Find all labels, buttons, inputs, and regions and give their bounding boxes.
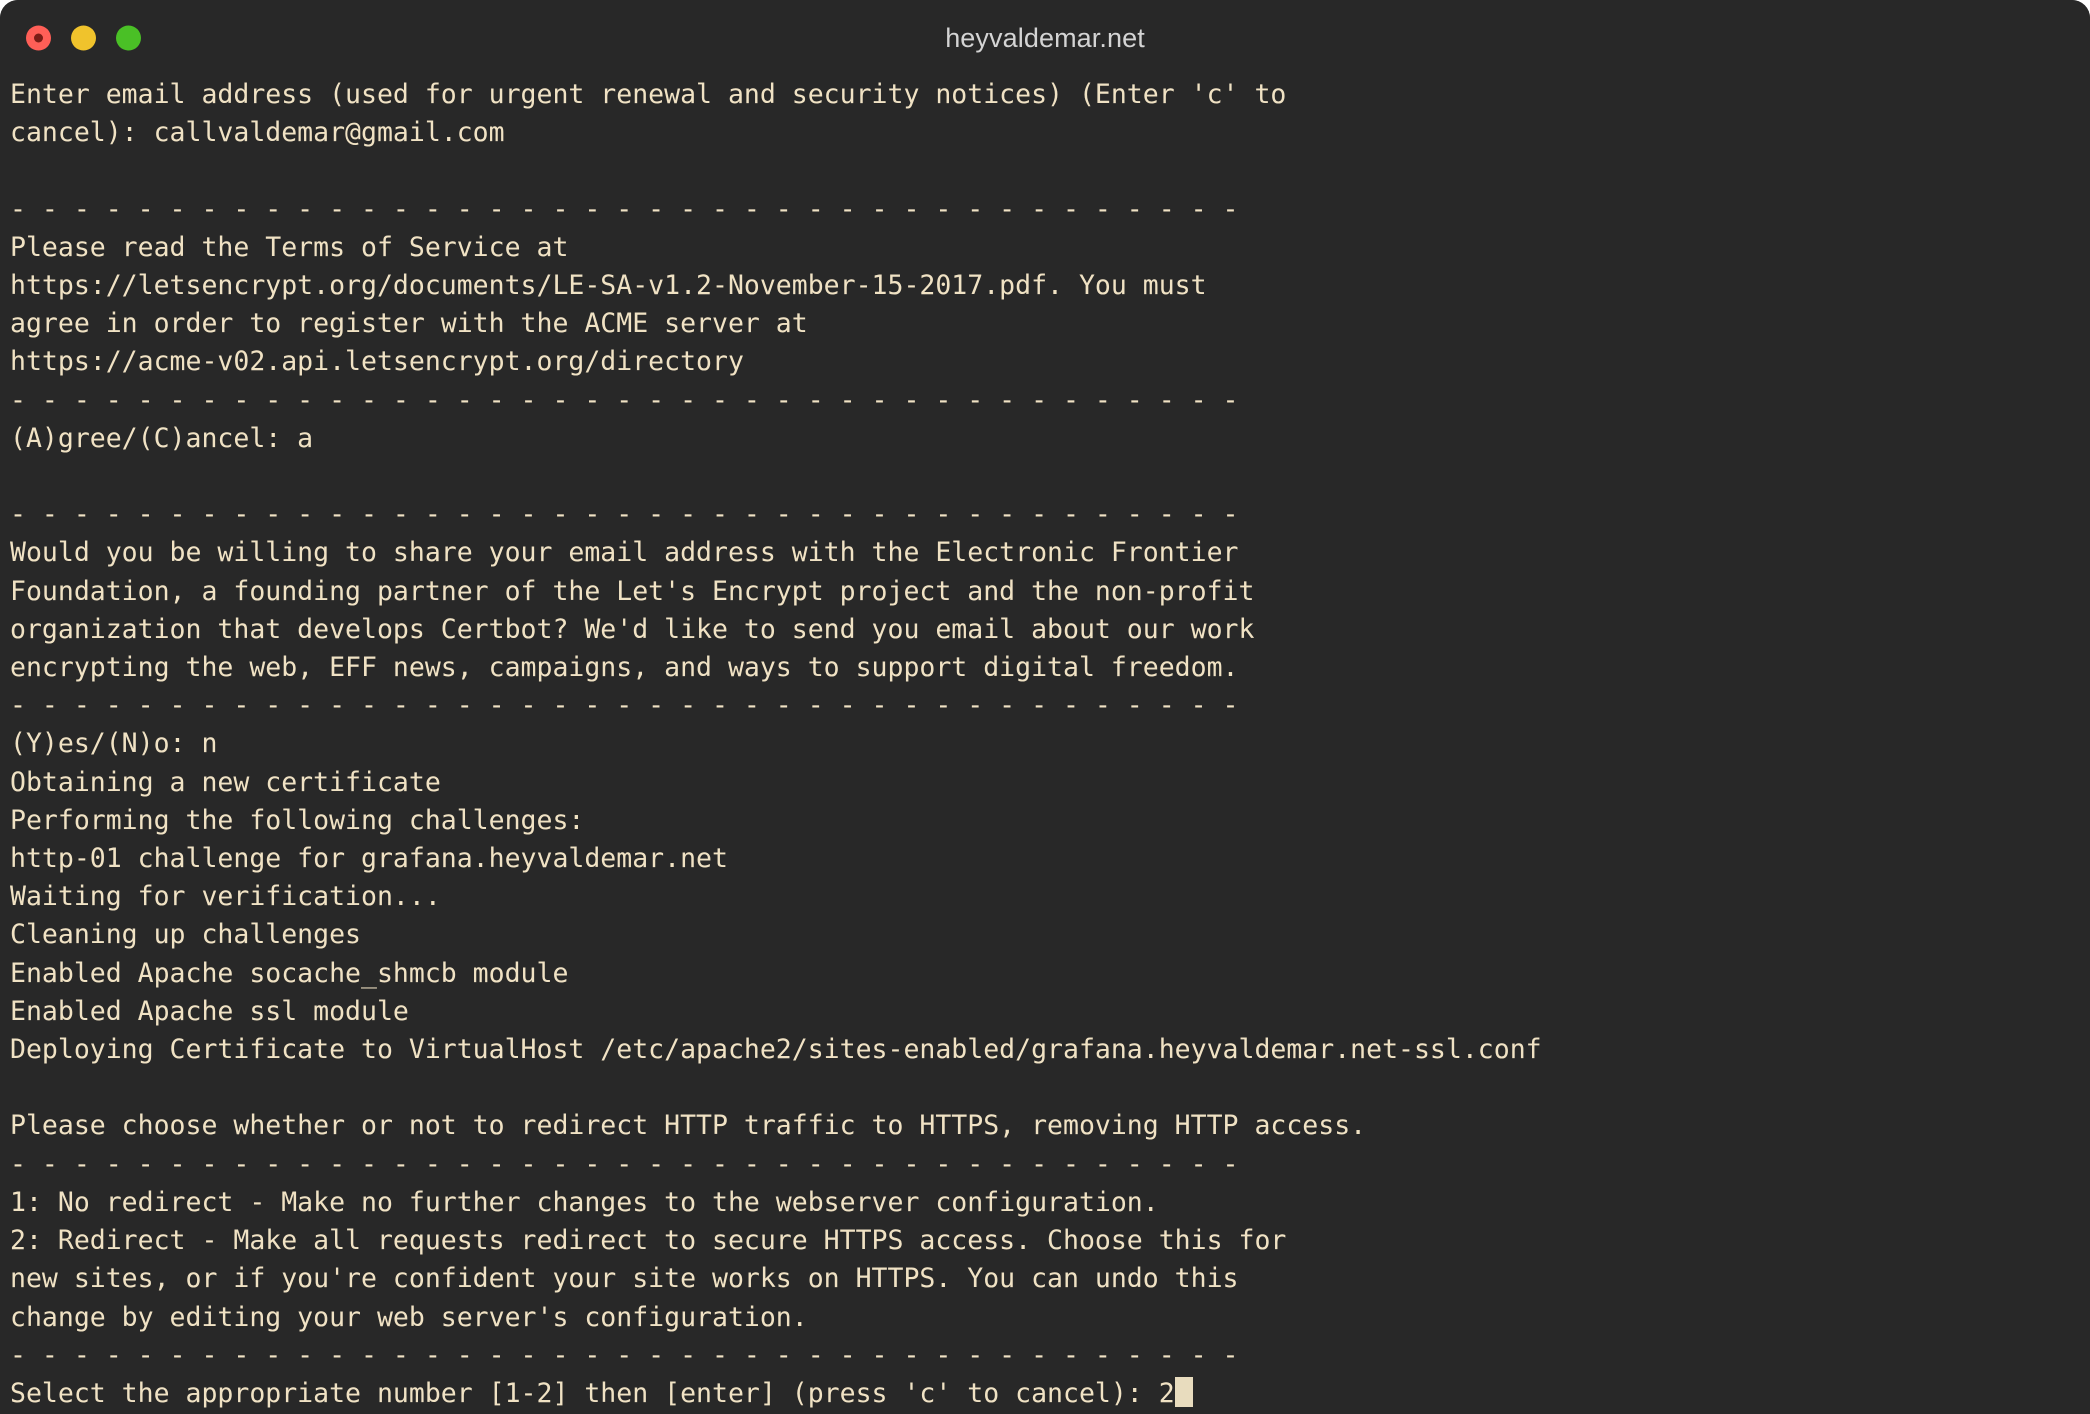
window-titlebar: heyvaldemar.net [0,0,2090,76]
terminal-line: https://letsencrypt.org/documents/LE-SA-… [10,270,1207,302]
terminal-line: Waiting for verification... [10,881,441,913]
terminal-line: 2: Redirect - Make all requests redirect… [10,1225,1287,1257]
terminal-line: organization that develops Certbot? We'd… [10,613,1255,645]
terminal-line: change by editing your web server's conf… [10,1301,808,1333]
terminal-output[interactable]: Enter email address (used for urgent ren… [0,76,2090,1414]
close-button-icon[interactable] [26,25,51,51]
minimize-button-icon[interactable] [71,25,96,51]
terminal-cursor [1174,1376,1193,1407]
terminal-line: https://acme-v02.api.letsencrypt.org/dir… [10,346,744,378]
terminal-line: Enter email address (used for urgent ren… [10,79,1287,110]
terminal-line: http-01 challenge for grafana.heyvaldema… [10,843,728,875]
terminal-line: Would you be willing to share your email… [10,537,1239,569]
terminal-line: - - - - - - - - - - - - - - - - - - - - … [10,1339,1239,1371]
terminal-line: Please choose whether or not to redirect… [10,1110,1367,1142]
window-controls [26,25,141,51]
terminal-line: 1: No redirect - Make no further changes… [10,1186,1159,1218]
terminal-line: - - - - - - - - - - - - - - - - - - - - … [10,193,1239,225]
terminal-line: Enabled Apache socache_shmcb module [10,957,569,989]
terminal-prompt-text: Select the appropriate number [1-2] then… [10,1377,1175,1409]
terminal-line: Enabled Apache ssl module [10,995,409,1027]
terminal-window: heyvaldemar.net Enter email address (use… [0,0,2090,1414]
terminal-line: Deploying Certificate to VirtualHost /et… [10,1034,1542,1066]
terminal-line: - - - - - - - - - - - - - - - - - - - - … [10,1148,1239,1180]
terminal-line: (A)gree/(C)ancel: a [10,422,314,454]
terminal-line: - - - - - - - - - - - - - - - - - - - - … [10,690,1239,722]
terminal-line: new sites, or if you're confident your s… [10,1263,1239,1295]
terminal-line: encrypting the web, EFF news, campaigns,… [10,652,1239,684]
terminal-line: cancel): callvaldemar@gmail.com [10,117,505,149]
terminal-line: - - - - - - - - - - - - - - - - - - - - … [10,384,1239,416]
terminal-line: (Y)es/(N)o: n [10,728,218,760]
terminal-line: Obtaining a new certificate [10,766,441,798]
terminal-line: Performing the following challenges: [10,804,585,836]
terminal-line: agree in order to register with the ACME… [10,308,808,340]
window-title: heyvaldemar.net [945,22,1145,53]
terminal-line: - - - - - - - - - - - - - - - - - - - - … [10,499,1239,531]
terminal-line: Please read the Terms of Service at [10,231,569,263]
terminal-line: Cleaning up challenges [10,919,361,951]
terminal-line: Foundation, a founding partner of the Le… [10,575,1255,607]
maximize-button-icon[interactable] [116,25,141,51]
terminal-line: Select the appropriate number [1-2] then… [10,1375,2080,1413]
